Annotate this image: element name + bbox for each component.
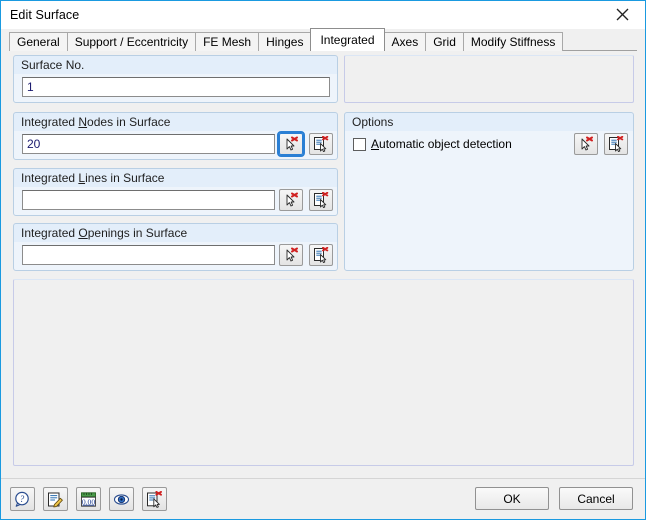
group-surface-no-title: Surface No. [21,58,85,72]
integrated-lines-input[interactable] [22,190,275,210]
group-integrated-nodes: Integrated Nodes in Surface [13,112,338,160]
integrated-nodes-input[interactable] [22,134,275,154]
title-bar: Edit Surface [1,1,645,29]
edit-icon[interactable] [43,487,68,511]
tab-modify-stiffness[interactable]: Modify Stiffness [462,32,564,51]
units-decimals-icon[interactable]: 0.00 [76,487,101,511]
tab-axes[interactable]: Axes [383,32,427,51]
tab-hinges[interactable]: Hinges [258,32,312,51]
pick-objects-icon[interactable] [279,244,303,266]
automatic-object-detection-label: Automatic object detection [371,137,512,151]
group-options: Options Automatic object detection [344,112,634,271]
tab-integrated[interactable]: Integrated [310,28,385,51]
tab-fe-mesh[interactable]: FE Mesh [195,32,260,51]
tab-general[interactable]: General [9,32,68,51]
edit-surface-dialog: Edit Surface General Support / Eccentric… [0,0,646,520]
surface-no-input[interactable] [22,77,330,97]
select-from-list-icon[interactable] [309,133,333,155]
svg-text:?: ? [20,494,25,504]
help-icon[interactable]: ? [10,487,35,511]
pick-objects-icon[interactable] [277,131,305,157]
pick-objects-icon[interactable] [279,189,303,211]
group-integrated-lines: Integrated Lines in Surface [13,168,338,216]
integrated-openings-input[interactable] [22,245,275,265]
visibility-eye-icon[interactable] [109,487,134,511]
graphic-preview-panel [13,279,634,466]
preview-panel-top [344,55,634,103]
dialog-body: Surface No. Integrated Nodes in Surface [1,51,645,478]
close-icon[interactable] [600,1,645,28]
select-from-list-icon[interactable] [604,133,628,155]
select-from-list-icon[interactable] [309,244,333,266]
automatic-object-detection-checkbox[interactable]: Automatic object detection [353,137,512,151]
group-surface-no: Surface No. [13,55,338,103]
group-integrated-lines-title: Integrated Lines in Surface [21,171,165,185]
group-integrated-nodes-title: Integrated Nodes in Surface [21,115,171,129]
select-from-list-icon[interactable] [309,189,333,211]
tab-support-eccentricity[interactable]: Support / Eccentricity [66,32,197,51]
tab-strip: General Support / Eccentricity FE Mesh H… [1,28,645,51]
ok-button[interactable]: OK [475,487,549,510]
checkbox-box[interactable] [353,137,366,151]
window-title: Edit Surface [10,8,80,22]
group-integrated-openings: Integrated Openings in Surface [13,223,338,271]
cancel-button[interactable]: Cancel [559,487,633,510]
select-from-list-icon[interactable] [142,487,167,511]
dialog-footer: ? 0.00 OK Cancel [1,478,645,519]
pick-objects-icon[interactable] [574,133,598,155]
footer-toolbar: ? 0.00 [10,487,167,511]
tab-grid[interactable]: Grid [425,32,464,51]
footer-action-buttons: OK Cancel [475,487,633,510]
group-integrated-openings-title: Integrated Openings in Surface [21,226,188,240]
group-options-title: Options [352,115,394,129]
